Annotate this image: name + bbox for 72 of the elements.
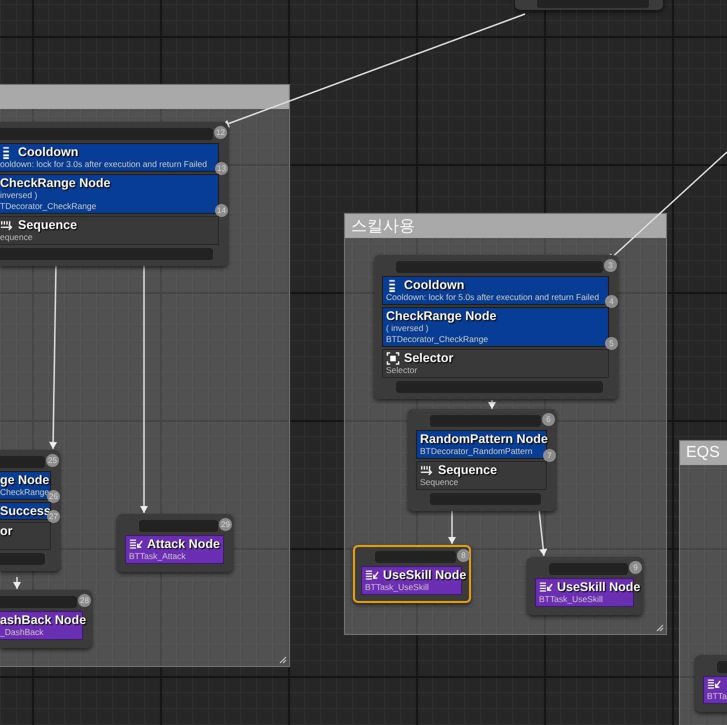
index-badge: 5 (605, 337, 618, 350)
connection-arrow (13, 577, 21, 589)
comment-title: EQS (686, 444, 720, 462)
node-subtitle: CheckRange (0, 487, 47, 497)
node-title: Cooldown (18, 145, 78, 159)
graph-node[interactable]: 12 Cooldown ooldown: lock for 3.0s after execution and return Failed 13 CheckRange Node inversed ) TDecorator_CheckRange 14 Sequence equence (0, 122, 228, 266)
node-title: CheckRange Node (386, 309, 496, 323)
node-title: CheckRange Node (0, 176, 110, 190)
comment-title: 스킬사용 (351, 216, 415, 236)
node-title: Selector (404, 351, 454, 365)
index-badge: 3 (604, 259, 617, 272)
node-item[interactable]: Cooldown Cooldown: lock for 5.0s after execution and return Failed (382, 276, 609, 305)
index-badge: 6 (542, 413, 555, 426)
node-title: RandomPattern Node (420, 432, 548, 446)
node-item[interactable]: Sequence equence (0, 216, 219, 245)
task-icon (539, 580, 553, 594)
node-subtitle: equence (0, 232, 34, 243)
sequence-icon (0, 218, 14, 232)
resize-grip-icon[interactable] (279, 656, 287, 664)
node-subtitle: ooldown: lock for 3.0s after execution and return Failed (0, 159, 208, 170)
index-badge: 26 (47, 490, 60, 503)
node-subtitle: BTTask_Attack (129, 551, 187, 562)
node-subtitle: Sequence (420, 477, 460, 488)
sequence-icon (420, 464, 434, 476)
index-badge: 8 (457, 549, 470, 562)
node-subtitle: inversed ) (0, 190, 38, 201)
task-icon (707, 678, 721, 691)
node-item[interactable]: BTTa (703, 676, 727, 704)
node-item[interactable]: ge Node CheckRange (0, 471, 51, 500)
node-bar (0, 553, 45, 565)
node-item[interactable]: CheckRange Node ( inversed ) BTDecorator_CheckRange (382, 307, 609, 347)
node-item[interactable]: Sequence Sequence (416, 461, 547, 490)
node-subtitle: _DashBack (0, 627, 44, 638)
node-subtitle: Cooldown: lock for 5.0s after execution and return Failed (386, 292, 600, 303)
node-subtitle: TDecorator_CheckRange (0, 201, 98, 212)
node-title: Sequence (438, 463, 498, 477)
index-badge: 7 (543, 449, 556, 462)
graph-node[interactable]: 6 RandomPattern Node BTDecorator_RandomPattern 7 Sequence Sequence (408, 409, 556, 511)
node-title: Cooldown (404, 278, 464, 292)
resize-grip-icon[interactable] (656, 624, 664, 632)
graph-node[interactable]: 3 Cooldown Cooldown: lock for 5.0s after execution and return Failed 4 CheckRange Node ( inversed ) BTDecorator_CheckRange 5 Selector Selector (374, 255, 618, 399)
node-subtitle: ( inversed ) (386, 323, 430, 334)
graph-node[interactable]: BTTa (695, 655, 727, 712)
node-title: or (0, 524, 12, 538)
index-badge: 4 (605, 295, 618, 308)
node-subtitle: BTTask_UseSkill (539, 594, 604, 605)
node-title: ge Node (0, 473, 50, 487)
node-subtitle: Selector (386, 365, 418, 376)
node-subtitle: BTTa (707, 691, 727, 702)
node-title: Attack Node (147, 537, 220, 551)
node-title: Sequence (18, 218, 78, 232)
task-icon (129, 538, 143, 550)
node-subtitle: BTTask_UseSkill (365, 582, 430, 593)
index-badge: 14 (215, 204, 228, 217)
node-item[interactable]: or (0, 522, 51, 550)
index-badge: 29 (219, 518, 232, 531)
task-icon (365, 568, 379, 582)
node-item[interactable]: RandomPattern Node BTDecorator_RandomPattern (416, 430, 547, 459)
index-badge: 9 (629, 561, 642, 574)
node-item[interactable]: Selector Selector (382, 349, 609, 378)
index-badge: 12 (214, 126, 227, 139)
index-badge: 28 (78, 594, 91, 607)
index-badge: 25 (46, 454, 59, 467)
node-bar (0, 456, 45, 468)
node-item[interactable]: Attack Node BTTask_Attack (125, 535, 224, 564)
node-subtitle: BTDecorator_CheckRange (386, 334, 490, 345)
node-subtitle: BTDecorator_RandomPattern (420, 446, 534, 457)
selector-icon (386, 352, 400, 364)
graph-node[interactable]: 29 Attack Node BTTask_Attack (117, 514, 233, 572)
node-item[interactable]: Cooldown ooldown: lock for 3.0s after execution and return Failed (0, 143, 219, 172)
index-badge: 13 (215, 162, 228, 175)
node-item[interactable]: CheckRange Node inversed ) TDecorator_CheckRange (0, 174, 219, 214)
